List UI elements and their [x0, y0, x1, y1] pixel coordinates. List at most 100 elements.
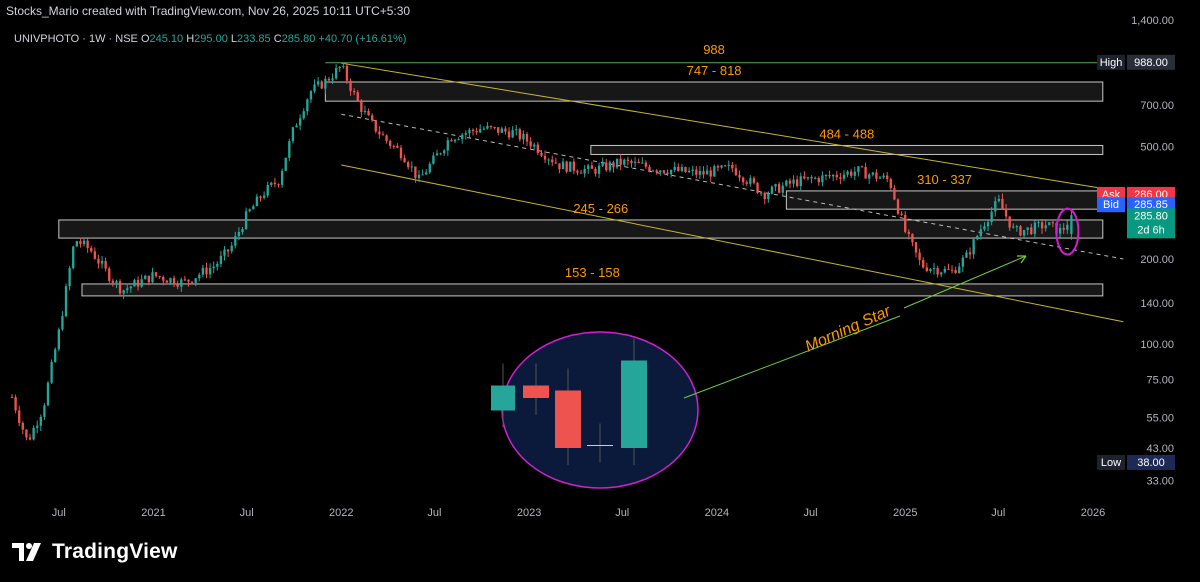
candle-body: [443, 150, 446, 154]
candle-body: [824, 174, 828, 176]
candle-body: [864, 166, 867, 179]
candle-body: [298, 118, 302, 126]
candle-body: [259, 196, 262, 198]
candle-body: [612, 162, 615, 168]
candle-body: [403, 158, 406, 163]
candle-body: [731, 164, 734, 169]
candle-body: [122, 290, 125, 294]
candle-body: [1030, 227, 1033, 234]
candle-body: [464, 133, 467, 135]
candle-body: [713, 166, 716, 177]
candle-body: [515, 129, 518, 131]
candle-body: [262, 195, 266, 198]
candle-body: [911, 233, 914, 243]
candle-body: [381, 134, 385, 136]
candle-body: [997, 198, 1001, 202]
candle-body: [806, 177, 810, 179]
candle-body: [176, 284, 179, 287]
tradingview-logo-icon: [12, 543, 41, 561]
candle-body: [43, 405, 46, 417]
candle-body: [576, 170, 579, 173]
candle-body: [990, 211, 993, 223]
candle-body: [306, 99, 309, 112]
candle-body: [637, 161, 640, 164]
candle-body: [28, 437, 32, 440]
inset-candle-body: [621, 360, 647, 448]
candle-body: [781, 185, 784, 193]
candle-body: [270, 182, 273, 185]
candle-body: [230, 245, 233, 252]
candle-body: [608, 162, 612, 171]
candle-body: [554, 162, 558, 164]
candle-body: [752, 178, 756, 183]
price-chart[interactable]: 747 - 818 484 - 488 310 - 337 245 - 266 153 …: [0, 0, 1200, 582]
candle-body: [914, 242, 918, 253]
candle-body: [284, 157, 287, 171]
candle-body: [968, 252, 972, 255]
candle-body: [432, 155, 435, 164]
candle-body: [133, 280, 136, 287]
candle-body: [457, 139, 460, 141]
candle-body: [241, 229, 244, 233]
tradingview-logo[interactable]: TradingView: [12, 540, 178, 564]
candle-body: [698, 170, 702, 175]
candle-body: [986, 222, 990, 227]
candle-body: [763, 192, 766, 200]
candle-body: [922, 260, 925, 268]
candle-body: [378, 131, 381, 135]
candle-body: [154, 272, 158, 277]
candle-body: [669, 169, 673, 175]
candle-body: [75, 241, 79, 247]
candle-body: [79, 241, 82, 245]
candle-body: [187, 279, 190, 282]
candle-body: [749, 178, 752, 184]
candle-body: [180, 279, 183, 287]
candle-body: [68, 268, 71, 287]
candle-body: [1033, 222, 1037, 234]
candle-body: [529, 141, 532, 147]
candle-body: [208, 268, 212, 275]
candle-body: [803, 176, 806, 179]
candle-body: [468, 129, 471, 134]
candle-body: [792, 179, 795, 184]
candle-body: [183, 279, 187, 281]
candle-body: [687, 170, 691, 173]
candle-body: [878, 177, 882, 179]
candle-body: [450, 140, 453, 142]
candle-body: [407, 162, 410, 168]
candle-body: [615, 158, 619, 168]
candle-body: [965, 252, 968, 258]
candle-body: [367, 110, 370, 116]
candle-body: [18, 410, 21, 423]
candle-body: [428, 163, 431, 173]
candle-body: [277, 184, 280, 186]
low-badge-label: Low: [1101, 457, 1121, 469]
candle-body: [846, 171, 849, 175]
candle-body: [943, 268, 947, 273]
candle-body: [273, 182, 277, 185]
candle-body: [850, 171, 853, 176]
candle-body: [309, 91, 313, 100]
candle-body: [882, 175, 885, 178]
candle-body: [587, 165, 590, 169]
candle-body: [860, 166, 864, 168]
candle-body: [817, 177, 820, 183]
candle-body: [767, 193, 770, 200]
candle-body: [594, 168, 597, 174]
candle-body: [100, 261, 104, 264]
candle-body: [950, 269, 954, 271]
candle-body: [565, 161, 568, 172]
candle-body: [352, 91, 356, 93]
x-tick-label: 2023: [517, 507, 541, 519]
candle-body: [90, 248, 93, 252]
candle-body: [925, 267, 928, 272]
candle-body: [835, 174, 838, 178]
candle-body: [932, 267, 936, 269]
candle-body: [93, 251, 97, 259]
zone-rect: [81, 283, 1104, 297]
candle-body: [21, 422, 24, 430]
candle-body: [1012, 226, 1015, 228]
candle-body: [435, 153, 439, 156]
high-badge-value: 988.00: [1134, 57, 1168, 69]
candle-body: [471, 129, 475, 132]
